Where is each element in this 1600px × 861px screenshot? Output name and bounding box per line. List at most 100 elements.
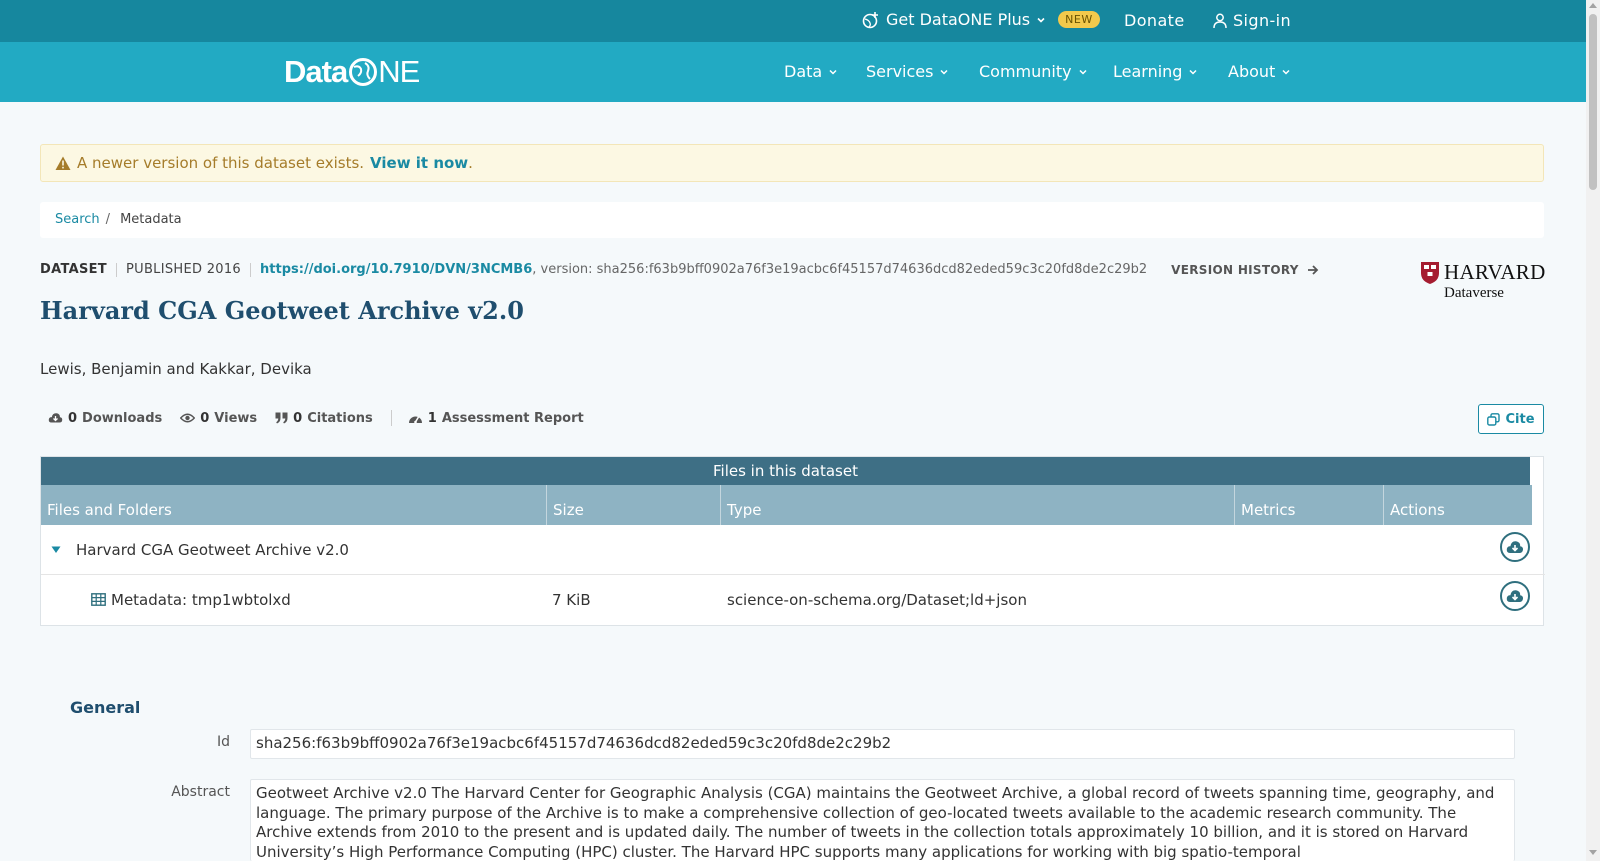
chevron-down-icon xyxy=(1037,17,1045,23)
nav-about[interactable]: About xyxy=(1228,62,1291,81)
breadcrumb-current: Metadata xyxy=(120,212,182,227)
citations-label: Citations xyxy=(307,410,373,426)
divider xyxy=(250,262,252,277)
page-scrollbar[interactable] xyxy=(1586,0,1600,861)
nav-label: About xyxy=(1228,62,1276,81)
alert-message: A newer version of this dataset exists. xyxy=(77,154,365,172)
download-file-button[interactable] xyxy=(1500,581,1530,611)
dataone-logo[interactable]: Data NE xyxy=(284,54,420,90)
harvard-shield-icon xyxy=(1421,261,1439,284)
eye-icon xyxy=(180,413,196,423)
globe-plus-icon xyxy=(862,11,878,28)
views-count: 0 xyxy=(200,410,210,426)
view-newer-version-link[interactable]: View it now xyxy=(370,154,468,172)
arrow-right-icon xyxy=(1307,264,1319,275)
folder-name: Harvard CGA Geotweet Archive v2.0 xyxy=(76,541,349,559)
abstract-label: Abstract xyxy=(171,784,230,800)
assessment-metric[interactable]: 1 Assessment Report xyxy=(408,411,584,426)
views-label: Views xyxy=(214,410,258,426)
user-icon xyxy=(1213,13,1227,28)
cite-label: Cite xyxy=(1505,411,1535,427)
get-dataone-plus-label: Get DataONE Plus xyxy=(886,10,1031,29)
nav-learning[interactable]: Learning xyxy=(1113,62,1198,81)
column-header-size: Size xyxy=(547,485,721,525)
caret-down-icon[interactable] xyxy=(51,546,61,554)
dataset-type-label: DATASET xyxy=(40,262,107,277)
files-table: Files in this dataset Files and Folders … xyxy=(40,456,1545,626)
main-navbar: Data NE Data Services Community Learning… xyxy=(0,42,1586,102)
download-folder-button[interactable] xyxy=(1500,532,1530,562)
quote-icon xyxy=(275,412,288,424)
new-badge: NEW xyxy=(1058,11,1100,28)
chevron-down-icon xyxy=(1079,69,1087,75)
cloud-download-icon xyxy=(1506,541,1524,553)
nav-label: Learning xyxy=(1113,62,1183,81)
sign-in-label: Sign-in xyxy=(1233,11,1292,30)
views-metric[interactable]: 0 Views xyxy=(180,411,257,426)
citations-count: 0 xyxy=(293,410,303,426)
version-history-label: VERSION HISTORY xyxy=(1171,262,1299,277)
nav-community[interactable]: Community xyxy=(979,62,1088,81)
get-dataone-plus-menu[interactable]: Get DataONE Plus NEW xyxy=(862,10,1100,29)
file-type: science-on-schema.org/Dataset;ld+json xyxy=(727,591,1027,609)
dataset-metrics: 0 Downloads 0 Views 0 Citations 1 Assess… xyxy=(48,410,602,426)
files-table-header: Files and Folders Size Type Metrics Acti… xyxy=(41,485,1532,525)
dataset-authors: Lewis, Benjamin and Kakkar, Devika xyxy=(40,360,312,378)
file-size: 7 KiB xyxy=(552,591,591,609)
published-year: PUBLISHED 2016 xyxy=(125,262,242,277)
breadcrumb-separator: / xyxy=(105,212,111,227)
dataset-meta-line: DATASET PUBLISHED 2016 https://doi.org/1… xyxy=(40,262,1319,277)
column-header-type: Type xyxy=(721,485,1235,525)
doi-link[interactable]: https://doi.org/10.7910/DVN/3NCMB6 xyxy=(260,262,532,277)
gauge-icon xyxy=(408,416,422,424)
top-utility-bar: Get DataONE Plus NEW Donate Sign-in xyxy=(0,0,1586,42)
metrics-divider xyxy=(390,410,392,426)
newer-version-alert: A newer version of this dataset exists. … xyxy=(40,144,1544,182)
logo-text: Data xyxy=(284,54,348,89)
harvard-dataverse-logo: HARVARD Dataverse xyxy=(1420,260,1546,302)
folder-row[interactable]: Harvard CGA Geotweet Archive v2.0 xyxy=(41,525,1545,575)
citations-metric[interactable]: 0 Citations xyxy=(275,411,373,426)
id-label: Id xyxy=(216,734,230,750)
version-id: , version: sha256:f63b9bff0902a76f3e19ac… xyxy=(532,262,1148,277)
table-icon xyxy=(91,593,106,606)
column-header-files: Files and Folders xyxy=(41,485,547,525)
downloads-metric[interactable]: 0 Downloads xyxy=(48,411,162,426)
nav-label: Services xyxy=(866,62,934,81)
sign-in-link[interactable]: Sign-in xyxy=(1213,11,1291,30)
files-table-caption: Files in this dataset xyxy=(41,457,1530,485)
warning-icon xyxy=(55,156,71,170)
scroll-down-arrow[interactable] xyxy=(1589,850,1597,855)
globe-o-icon xyxy=(349,58,378,86)
nav-label: Data xyxy=(784,62,823,81)
downloads-label: Downloads xyxy=(82,410,163,426)
breadcrumb-search-link[interactable]: Search xyxy=(55,212,100,228)
scroll-up-arrow[interactable] xyxy=(1589,3,1597,8)
copy-icon xyxy=(1487,412,1501,426)
divider xyxy=(115,262,117,277)
harvard-name: HARVARD xyxy=(1444,260,1546,284)
abstract-value: Geotweet Archive v2.0 The Harvard Center… xyxy=(250,779,1515,861)
version-history-link[interactable]: VERSION HISTORY xyxy=(1171,263,1319,277)
dataset-title: Harvard CGA Geotweet Archive v2.0 xyxy=(40,296,524,325)
file-row[interactable]: Metadata: tmp1wbtolxd 7 KiB science-on-s… xyxy=(41,575,1545,625)
nav-data[interactable]: Data xyxy=(784,62,838,81)
scrollbar-thumb[interactable] xyxy=(1589,14,1597,190)
id-value: sha256:f63b9bff0902a76f3e19acbc6f45157d7… xyxy=(250,729,1515,759)
assessment-label: Assessment Report xyxy=(441,410,584,426)
chevron-down-icon xyxy=(829,69,837,75)
chevron-down-icon xyxy=(940,69,948,75)
chevron-down-icon xyxy=(1189,69,1197,75)
donate-link[interactable]: Donate xyxy=(1124,11,1185,30)
assessment-count: 1 xyxy=(427,410,437,426)
nav-services[interactable]: Services xyxy=(866,62,949,81)
column-header-metrics: Metrics xyxy=(1235,485,1384,525)
cite-button[interactable]: Cite xyxy=(1478,404,1544,434)
dataverse-label: Dataverse xyxy=(1444,285,1504,301)
general-section-heading: General xyxy=(70,698,141,717)
alert-period: . xyxy=(468,154,473,172)
nav-label: Community xyxy=(979,62,1072,81)
file-name[interactable]: Metadata: tmp1wbtolxd xyxy=(111,591,291,609)
cloud-download-icon xyxy=(1506,590,1524,602)
chevron-down-icon xyxy=(1282,69,1290,75)
